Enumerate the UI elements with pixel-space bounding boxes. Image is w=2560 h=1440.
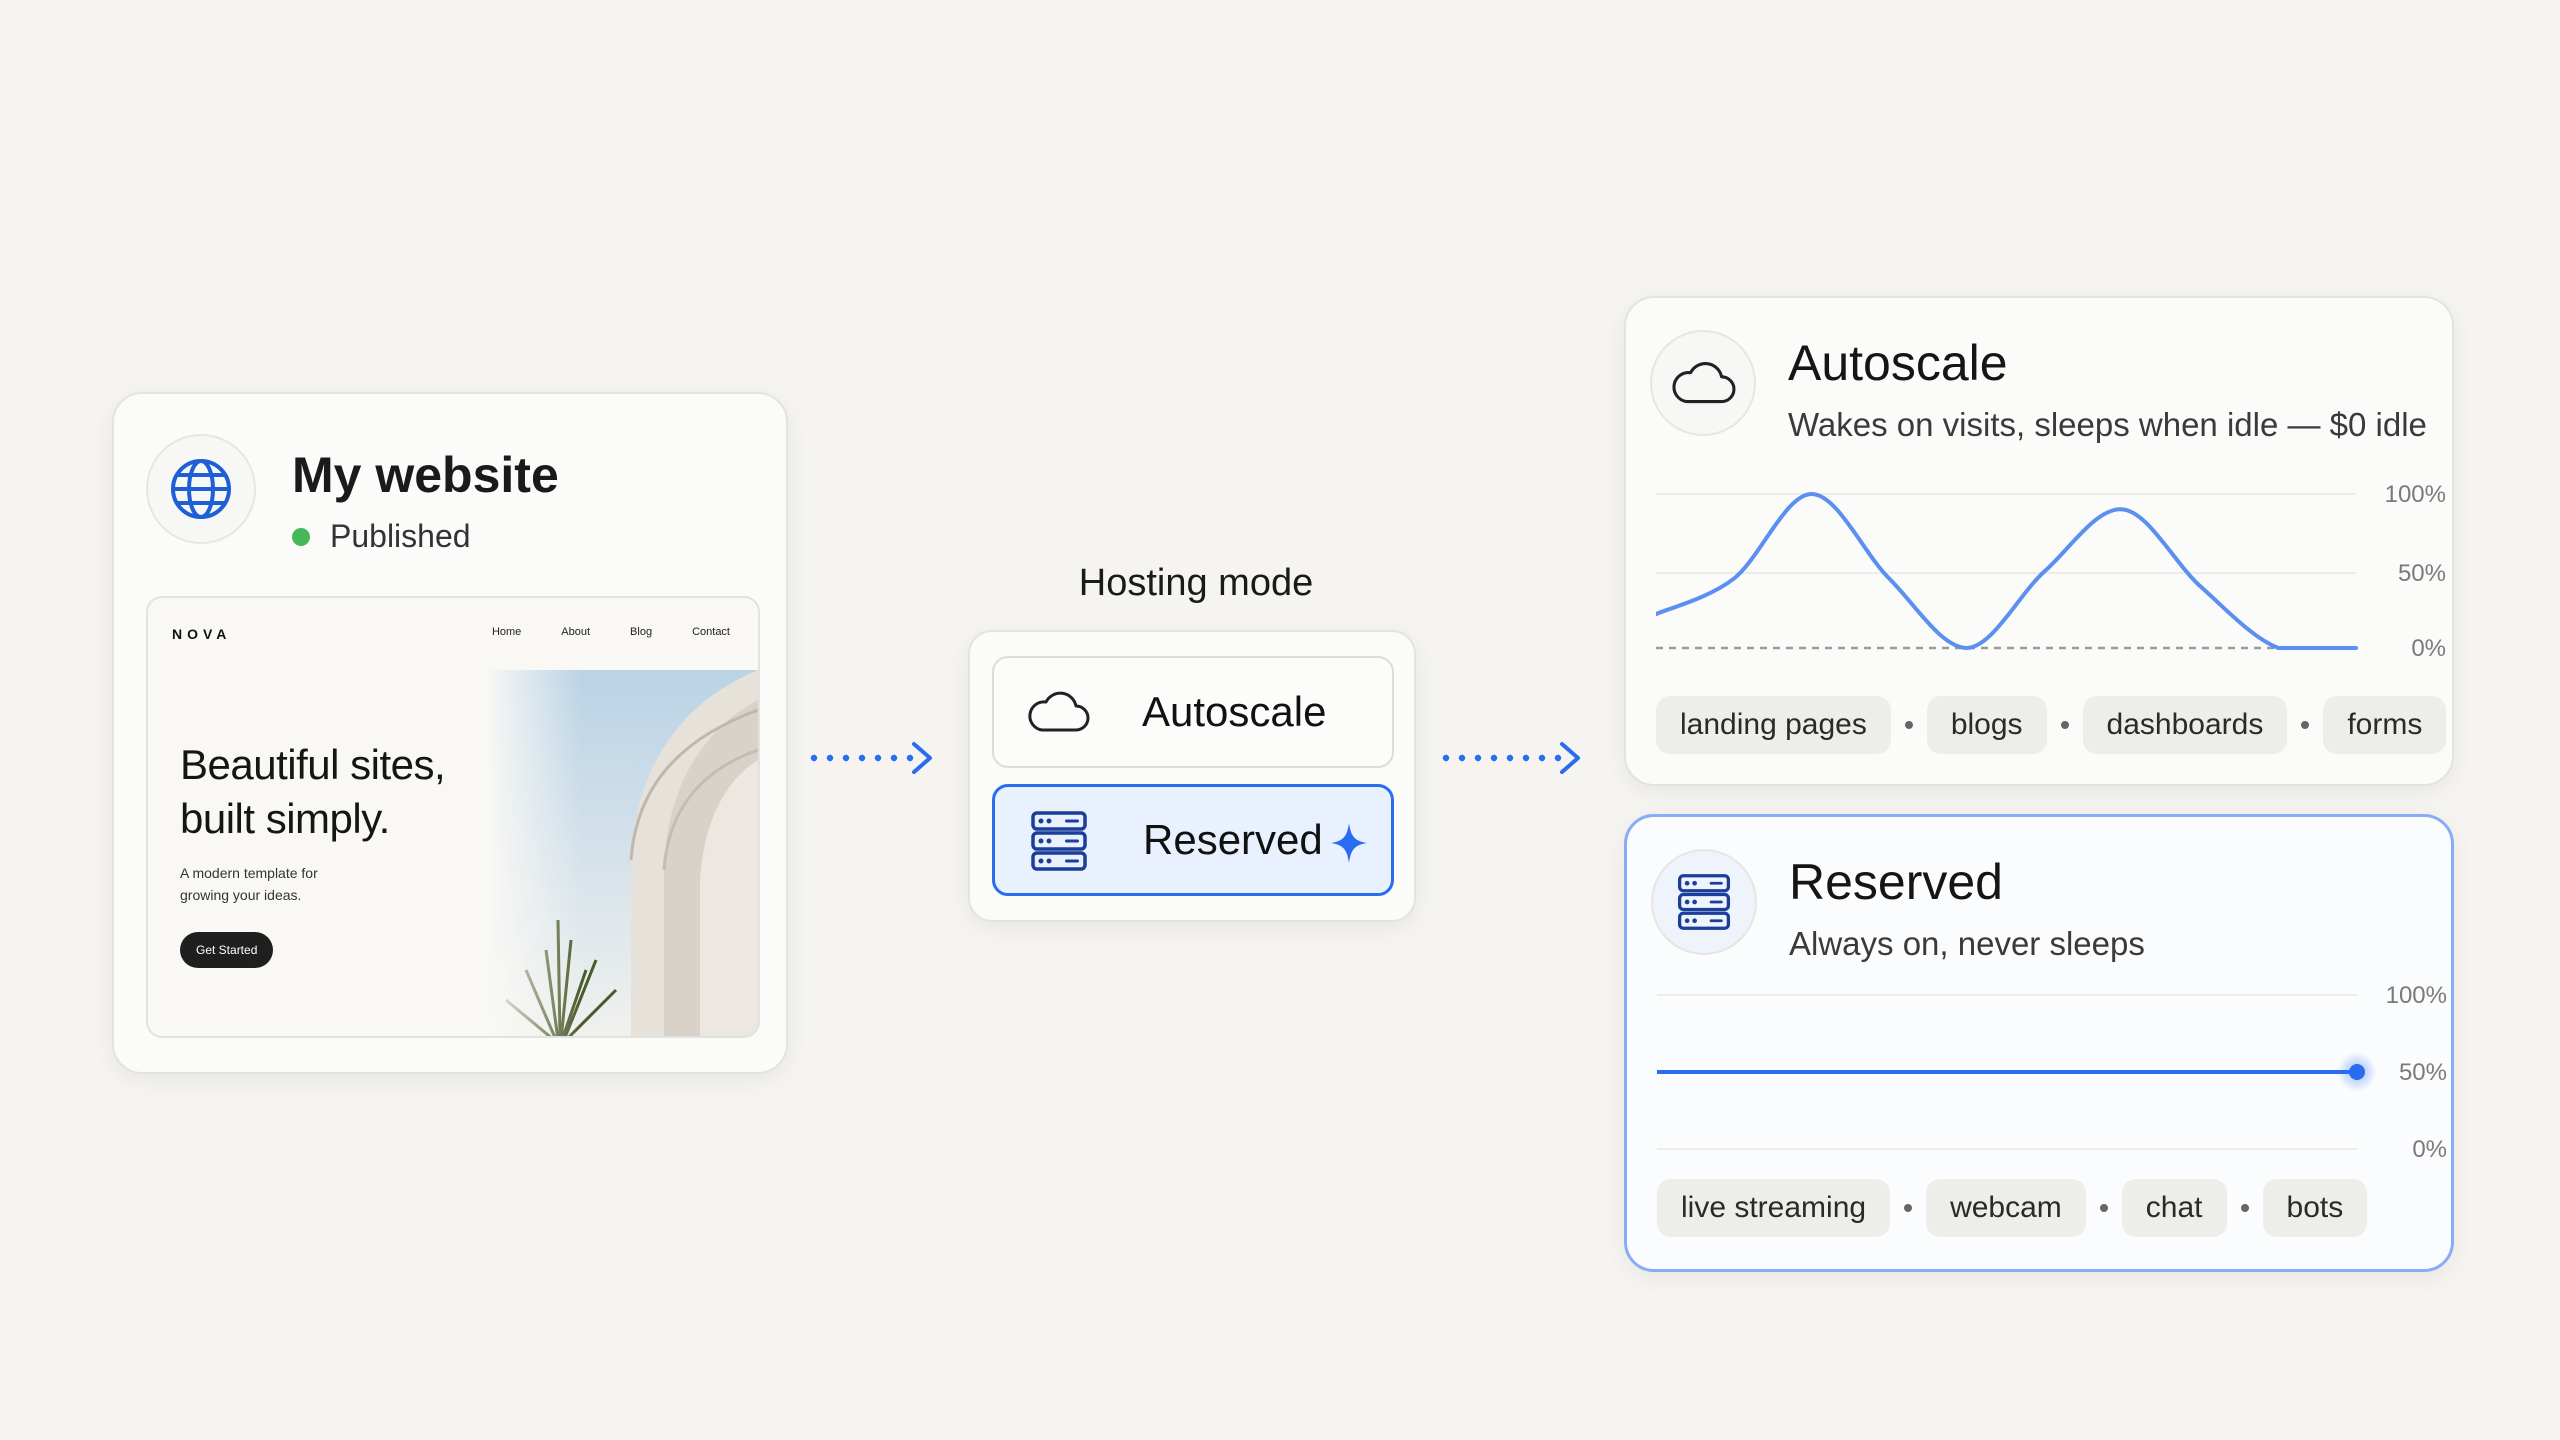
hosting-option-autoscale[interactable]: Autoscale bbox=[992, 656, 1394, 768]
reserved-description: Always on, never sleeps bbox=[1789, 925, 2145, 962]
tag-landing-pages: landing pages bbox=[1656, 696, 1891, 754]
preview-nav-home: Home bbox=[491, 626, 522, 638]
autoscale-title: Autoscale bbox=[1788, 335, 2008, 391]
server-icon bbox=[1651, 849, 1757, 955]
ytick-100: 100% bbox=[2385, 481, 2446, 508]
sparkle-icon bbox=[1331, 823, 1367, 863]
autoscale-card: Autoscale Wakes on visits, sleeps when i… bbox=[1624, 296, 2454, 786]
reserved-endpoint-dot bbox=[2349, 1064, 2365, 1080]
reserved-title: Reserved bbox=[1789, 854, 2003, 910]
autoscale-description: Wakes on visits, sleeps when idle — $0 i… bbox=[1788, 406, 2427, 443]
website-title: My website bbox=[292, 447, 559, 503]
server-icon bbox=[1031, 811, 1087, 871]
preview-nav-about: About bbox=[561, 626, 591, 638]
hosting-option-autoscale-label: Autoscale bbox=[1142, 688, 1327, 735]
website-preview[interactable]: NOVA Home About Blog Contact Beautiful s… bbox=[146, 596, 760, 1038]
preview-headline: Beautiful sites, built simply. bbox=[180, 738, 500, 846]
autoscale-chart: 100% 50% 0% bbox=[1656, 481, 2446, 658]
reserved-chart: 100% 50% 0% bbox=[1657, 982, 2447, 1159]
preview-headline-line1: Beautiful sites, bbox=[180, 741, 446, 788]
reserved-card: Reserved Always on, never sleeps 100% 50… bbox=[1624, 814, 2454, 1272]
tag-live-streaming: live streaming bbox=[1657, 1179, 1891, 1237]
reserved-tags: live streaming webcam chat bots bbox=[1657, 1179, 2368, 1237]
preview-nav-contact: Contact bbox=[692, 626, 730, 638]
tag-dashboards: dashboards bbox=[2082, 696, 2288, 754]
hosting-mode-label: Hosting mode bbox=[1078, 562, 1314, 604]
globe-icon bbox=[146, 434, 256, 544]
hosting-option-reserved-label: Reserved bbox=[1143, 816, 1323, 863]
hosting-mode-selector: Autoscale Reserved bbox=[968, 630, 1416, 922]
ytick-50: 50% bbox=[2398, 560, 2446, 587]
ytick-50: 50% bbox=[2399, 1059, 2447, 1086]
website-card[interactable]: My website Published NOVA Home About Blo… bbox=[112, 392, 788, 1074]
preview-hero-image bbox=[486, 670, 758, 1036]
preview-subtext-line2: growing your ideas. bbox=[180, 887, 302, 903]
ytick-0: 0% bbox=[2411, 635, 2446, 658]
status-label: Published bbox=[330, 518, 471, 554]
cloud-icon bbox=[1028, 691, 1090, 732]
tag-forms: forms bbox=[2323, 696, 2447, 754]
preview-logo: NOVA bbox=[172, 626, 232, 642]
flow-arrow-1 bbox=[810, 742, 932, 774]
cloud-icon bbox=[1650, 330, 1756, 436]
flow-arrow-2 bbox=[1442, 742, 1580, 774]
preview-subtext: A modern template for growing your ideas… bbox=[180, 862, 360, 906]
tag-blogs: blogs bbox=[1926, 696, 2047, 754]
preview-nav-blog: Blog bbox=[630, 626, 653, 638]
hosting-option-reserved[interactable]: Reserved bbox=[992, 784, 1394, 896]
autoscale-usage-line bbox=[1656, 491, 2358, 651]
preview-subtext-line1: A modern template for bbox=[180, 865, 318, 881]
ytick-0: 0% bbox=[2412, 1136, 2447, 1159]
status-dot bbox=[292, 527, 310, 546]
autoscale-tags: landing pages blogs dashboards forms bbox=[1656, 696, 2447, 754]
tag-webcam: webcam bbox=[1926, 1179, 2086, 1237]
preview-get-started-button[interactable]: Get Started bbox=[180, 932, 274, 968]
tag-bots: bots bbox=[2262, 1179, 2368, 1237]
tag-chat: chat bbox=[2121, 1179, 2227, 1237]
ytick-100: 100% bbox=[2386, 982, 2447, 1009]
preview-nav: NOVA Home About Blog Contact bbox=[148, 598, 758, 670]
publish-status: Published bbox=[292, 518, 471, 555]
preview-headline-line2: built simply. bbox=[180, 795, 390, 842]
